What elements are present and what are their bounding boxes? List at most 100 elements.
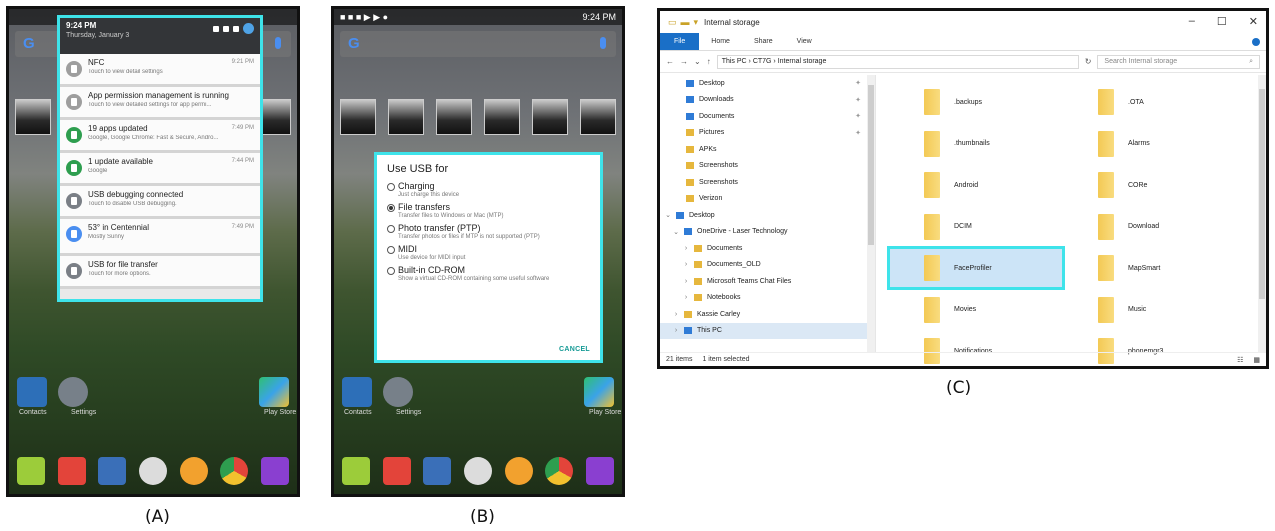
folder-item[interactable]: FaceProfiler [887, 246, 1065, 290]
customize-toolbar-icon[interactable]: ▾ [694, 17, 699, 28]
notification-item[interactable]: 53° in Centennial Mostly Sunny 7:49 PM [60, 219, 260, 256]
tab-home[interactable]: Home [699, 38, 742, 45]
maximize-icon[interactable]: ☐ [1217, 15, 1227, 28]
radio-button[interactable] [387, 183, 395, 191]
gallery-icon[interactable] [260, 457, 289, 485]
expand-icon[interactable]: › [682, 294, 690, 301]
usb-option[interactable]: MIDI Use device for MIDI input [387, 244, 590, 261]
close-icon[interactable]: ✕ [1249, 15, 1258, 28]
scrollbar-thumb[interactable] [868, 85, 874, 245]
notification-item[interactable]: 19 apps updated Google, Google Chrome: Fa… [60, 120, 260, 153]
google-search-bar[interactable]: G [340, 31, 616, 57]
app-icon[interactable] [388, 99, 424, 135]
nav-item[interactable]: Downloads ✦ [660, 92, 875, 109]
camera-icon[interactable] [423, 457, 452, 485]
app-icon[interactable] [532, 99, 568, 135]
nav-item[interactable]: Desktop ✦ [660, 75, 875, 92]
up-icon[interactable]: ↑ [707, 57, 711, 66]
messaging-icon[interactable] [17, 457, 45, 485]
usb-option[interactable]: File transfers Transfer files to Windows … [387, 202, 590, 219]
settings-icon[interactable] [382, 377, 413, 407]
app-icon[interactable] [436, 99, 472, 135]
expand-icon[interactable]: ⌄ [664, 211, 672, 219]
play-store-icon[interactable] [583, 377, 614, 407]
new-folder-icon[interactable]: ▬ [681, 17, 690, 27]
nav-item[interactable]: Pictures ✦ [660, 125, 875, 142]
camera-icon[interactable] [98, 457, 127, 485]
content-scrollbar[interactable] [1258, 75, 1266, 353]
details-view-icon[interactable]: ☷ [1237, 356, 1243, 364]
wifi-icon[interactable] [213, 25, 219, 32]
nav-item[interactable]: › Notebooks [660, 290, 875, 307]
folder-item[interactable]: DCIM [890, 208, 1062, 246]
messaging-icon[interactable] [342, 457, 370, 485]
app-icon[interactable] [15, 99, 51, 135]
large-icons-view-icon[interactable]: ▦ [1253, 356, 1260, 364]
help-icon[interactable] [1252, 37, 1260, 46]
minimize-icon[interactable]: – [1189, 15, 1195, 28]
nav-item[interactable]: › Microsoft Teams Chat Files [660, 273, 875, 290]
mic-icon[interactable] [275, 37, 281, 49]
contacts-icon[interactable] [17, 377, 47, 407]
expand-icon[interactable]: › [682, 278, 690, 285]
notification-item[interactable]: NFC Touch to view detail settings 9:21 PM [60, 54, 260, 87]
usb-option[interactable]: Charging Just charge this device [387, 181, 590, 198]
tab-file[interactable]: File [660, 33, 700, 50]
expand-icon[interactable]: ⌄ [672, 228, 680, 236]
folder-item[interactable]: .thumbnails [890, 125, 1062, 163]
usb-option[interactable]: Built-in CD-ROM Show a virtual CD-ROM con… [387, 265, 590, 282]
cancel-button[interactable]: CANCEL [559, 346, 590, 353]
folder-item[interactable]: Movies [890, 291, 1062, 329]
scrollbar-thumb[interactable] [1259, 89, 1265, 299]
radio-button[interactable] [387, 267, 395, 275]
address-bar[interactable]: This PC › CT7G › Internal storage [716, 54, 1079, 69]
notification-item[interactable]: USB debugging connected Touch to disable … [60, 186, 260, 219]
folder-item[interactable]: MapSmart [1064, 249, 1236, 287]
app-drawer-icon[interactable] [138, 457, 167, 485]
expand-icon[interactable]: › [682, 245, 690, 252]
usb-option[interactable]: Photo transfer (PTP) Transfer photos or f… [387, 223, 590, 240]
nav-item[interactable]: Screenshots [660, 174, 875, 191]
folder-item[interactable]: Android [890, 166, 1062, 204]
radio-button[interactable] [387, 225, 395, 233]
expand-icon[interactable]: › [672, 311, 680, 318]
nav-item[interactable]: Verizon [660, 191, 875, 208]
folder-item[interactable]: Download [1064, 208, 1236, 246]
app-icon[interactable] [484, 99, 520, 135]
account-icon[interactable] [243, 23, 254, 34]
nav-item[interactable]: Screenshots [660, 158, 875, 175]
folder-item[interactable]: Alarms [1064, 125, 1236, 163]
nav-item[interactable]: › Documents_OLD [660, 257, 875, 274]
refresh-icon[interactable]: ↻ [1085, 57, 1092, 66]
notification-item[interactable]: 1 update available Google 7:44 PM [60, 153, 260, 186]
search-input[interactable]: Search Internal storage ⌕ [1097, 54, 1260, 69]
gmail-icon[interactable] [382, 457, 411, 485]
back-icon[interactable]: ← [666, 57, 674, 66]
gallery-icon[interactable] [585, 457, 614, 485]
recent-locations-icon[interactable]: ⌄ [694, 57, 701, 66]
notification-item[interactable]: App permission management is running Touc… [60, 87, 260, 120]
notification-item[interactable]: USB for file transfer Touch for more opti… [60, 256, 260, 289]
expand-icon[interactable]: › [682, 261, 690, 268]
folder-item[interactable]: Music [1064, 291, 1236, 329]
app-icon[interactable] [340, 99, 376, 135]
chrome-icon[interactable] [545, 457, 574, 485]
radio-button[interactable] [387, 246, 395, 254]
chrome-icon[interactable] [220, 457, 249, 485]
properties-icon[interactable]: ▭ [668, 17, 677, 28]
nav-item[interactable]: ⌄ Desktop [660, 207, 875, 224]
forward-icon[interactable]: → [680, 57, 688, 66]
radio-button[interactable] [387, 204, 395, 212]
nav-item[interactable]: ⌄ OneDrive - Laser Technology [660, 224, 875, 241]
expand-icon[interactable]: › [672, 327, 680, 334]
contacts-icon[interactable] [342, 377, 372, 407]
signal-icon[interactable] [223, 25, 229, 32]
music-icon[interactable] [179, 457, 208, 485]
tab-view[interactable]: View [785, 38, 824, 45]
gmail-icon[interactable] [57, 457, 86, 485]
quick-access-toolbar[interactable]: ▭ ▬ ▾ [668, 17, 698, 28]
nav-item[interactable]: APKs [660, 141, 875, 158]
quick-settings[interactable] [213, 23, 254, 34]
app-icon[interactable] [580, 99, 616, 135]
nav-item[interactable]: Documents ✦ [660, 108, 875, 125]
